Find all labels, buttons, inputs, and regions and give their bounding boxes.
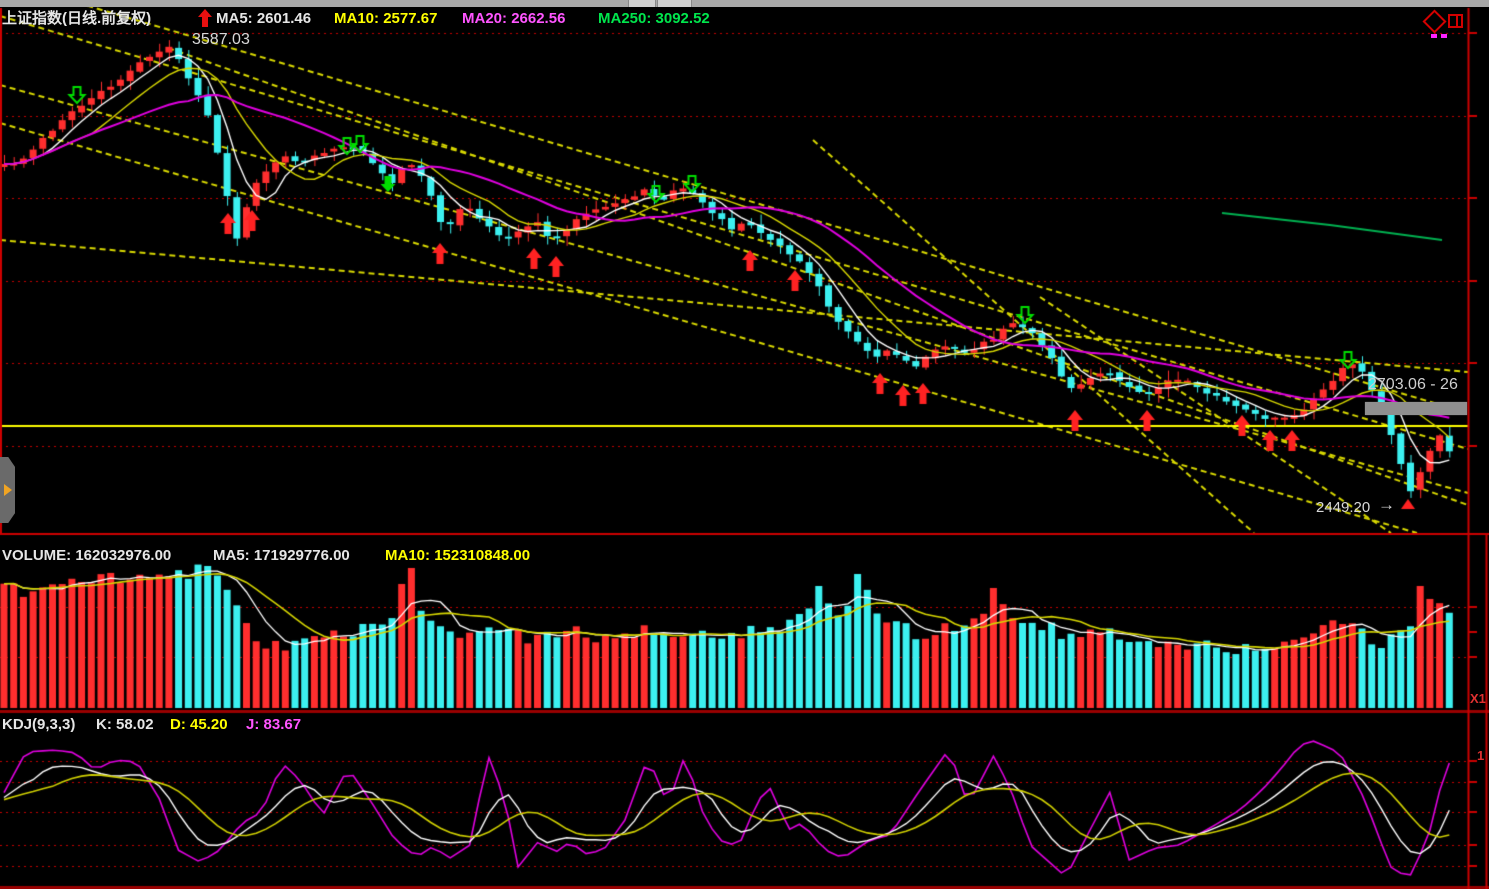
volume-ma10-label: MA10:	[385, 547, 430, 564]
kdj-k-label: K:	[96, 716, 112, 733]
window-titlebar[interactable]	[0, 0, 1489, 7]
ma250-value: 3092.52	[656, 10, 710, 27]
peak-price-label: 3587.03	[192, 32, 250, 48]
symbol-period-title: 上证指数(日线.前复权)	[2, 11, 151, 26]
volume-ma5-label: MA5:	[213, 547, 250, 564]
magenta-marker-dash	[1441, 34, 1447, 38]
titlebar-tab[interactable]	[657, 0, 692, 7]
expand-sidebar-tab[interactable]	[0, 457, 15, 523]
ma5-label: MA5:	[216, 10, 253, 27]
kdj-k-readout: K: 58.02	[96, 717, 154, 732]
volume-ma5-readout: MA5: 171929776.00	[213, 548, 350, 563]
kdj-k-value: 58.02	[116, 716, 154, 733]
price-range-label: 2703.06 - 26	[1368, 377, 1458, 393]
ma250-label: MA250:	[598, 10, 651, 27]
kdj-j-label: J:	[246, 716, 259, 733]
kdj-j-readout: J: 83.67	[246, 717, 301, 732]
kdj-d-value: 45.20	[190, 716, 228, 733]
ma20-label: MA20:	[462, 10, 507, 27]
volume-readout: VOLUME: 162032976.00	[2, 548, 171, 563]
volume-ma10-readout: MA10: 152310848.00	[385, 548, 530, 563]
ma20-value: 2662.56	[511, 10, 565, 27]
kdj-indicator-title[interactable]: KDJ(9,3,3)	[2, 717, 75, 732]
kdj-j-value: 83.67	[264, 716, 302, 733]
ma10-value: 2577.67	[383, 10, 437, 27]
volume-axis-scale-label: X1	[1470, 692, 1486, 705]
volume-ma5-value: 171929776.00	[254, 547, 350, 564]
ma10-readout: MA10: 2577.67	[334, 11, 437, 26]
ma5-value: 2601.46	[257, 10, 311, 27]
volume-value: 162032976.00	[75, 547, 171, 564]
magenta-marker-dash	[1431, 34, 1437, 38]
volume-ma10-value: 152310848.00	[434, 547, 530, 564]
ma250-readout: MA250: 3092.52	[598, 11, 710, 26]
low-price-arrow: →	[1378, 496, 1395, 513]
volume-label: VOLUME:	[2, 547, 71, 564]
up-arrow-icon	[198, 9, 212, 27]
price-range-highlight-bar	[1365, 402, 1467, 415]
ma10-label: MA10:	[334, 10, 379, 27]
split-window-icon[interactable]	[1448, 14, 1463, 28]
titlebar-tab[interactable]	[628, 0, 656, 7]
expand-arrow-icon	[4, 484, 12, 496]
kdj-axis-100-label: 1	[1477, 749, 1484, 762]
ma20-readout: MA20: 2662.56	[462, 11, 565, 26]
low-price-label: 2449.20	[1316, 500, 1370, 515]
stock-trading-app: 上证指数(日线.前复权) MA5: 2601.46 MA10: 2577.67 …	[0, 0, 1489, 889]
price-volume-kdj-chart-canvas[interactable]	[0, 0, 1489, 889]
ma5-readout: MA5: 2601.46	[216, 11, 311, 26]
kdj-d-readout: D: 45.20	[170, 717, 228, 732]
kdj-d-label: D:	[170, 716, 186, 733]
